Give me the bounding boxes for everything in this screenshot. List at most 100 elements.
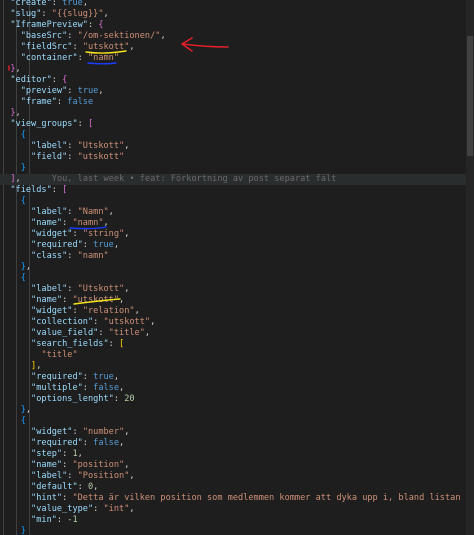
punctuation <box>0 218 31 228</box>
code-line[interactable]: ], You, last week • feat: Förkortning av… <box>0 174 474 185</box>
punctuation: , <box>129 471 135 481</box>
code-line[interactable]: "search_fields": [ <box>0 339 474 350</box>
json-key: "widget" <box>31 427 73 437</box>
json-string: "number" <box>82 427 125 437</box>
code-line[interactable]: } <box>0 526 474 535</box>
code-line[interactable]: "baseSrc": "/om-sektionen/", <box>0 31 474 42</box>
punctuation: , <box>119 295 125 305</box>
punctuation <box>0 449 31 459</box>
code-line[interactable]: "widget": "relation", <box>0 306 474 317</box>
punctuation: : <box>108 339 120 349</box>
punctuation <box>0 119 10 129</box>
punctuation <box>0 97 21 107</box>
json-boolean: false <box>67 97 94 107</box>
json-key: "label" <box>31 471 68 481</box>
json-key: "required" <box>31 438 83 448</box>
punctuation <box>0 9 10 19</box>
code-line[interactable]: "fields": [ <box>0 185 474 196</box>
code-line[interactable]: } <box>0 163 474 174</box>
punctuation <box>0 130 21 140</box>
json-string: "utskott" <box>103 317 151 327</box>
punctuation: : <box>82 383 94 393</box>
punctuation <box>0 185 10 195</box>
code-line[interactable]: ], <box>0 361 474 372</box>
json-key: "name" <box>31 460 63 470</box>
punctuation: : <box>77 482 88 492</box>
vertical-scrollbar[interactable] <box>466 0 474 535</box>
json-string: "namn" <box>87 53 120 63</box>
bracket: } <box>20 163 26 173</box>
code-line[interactable]: "required": true, <box>0 240 474 251</box>
punctuation <box>0 471 31 481</box>
code-editor[interactable]: "create": true, "slug": "{{slug}}", "Ifr… <box>0 0 474 535</box>
code-line[interactable]: "widget": "number", <box>0 427 474 438</box>
punctuation: : <box>62 295 73 305</box>
punctuation: , <box>129 504 135 514</box>
punctuation <box>0 493 31 503</box>
code-line[interactable]: "name": "utskott", <box>0 295 474 306</box>
punctuation: : <box>72 306 83 316</box>
json-key: "label" <box>31 207 68 217</box>
code-line[interactable]: }, <box>0 262 474 273</box>
json-string: "/om-sektionen/" <box>77 31 161 41</box>
punctuation <box>0 108 10 118</box>
scrollbar-thumb[interactable] <box>467 36 473 156</box>
punctuation: , <box>124 427 130 437</box>
git-blame-annotation: You, last week • feat: Förkortning av po… <box>20 174 337 184</box>
code-line[interactable]: "step": 1, <box>0 449 474 460</box>
code-line[interactable]: "default": 0, <box>0 482 474 493</box>
code-line[interactable]: "min": -1 <box>0 515 474 526</box>
code-line[interactable]: "value_field": "title", <box>0 328 474 339</box>
code-line[interactable]: "required": false, <box>0 438 474 449</box>
code-line[interactable]: "class": "namn" <box>0 251 474 262</box>
json-string: "utskott" <box>77 152 125 162</box>
code-line[interactable]: "container": "namn" <box>0 53 474 64</box>
json-key: "options_lenght" <box>31 394 114 404</box>
punctuation <box>0 328 31 338</box>
code-line[interactable]: { <box>0 130 474 141</box>
code-line[interactable]: "hint": "Detta är vilken position som me… <box>0 493 474 504</box>
json-string: "string" <box>82 229 125 239</box>
json-key: "label" <box>31 284 68 294</box>
code-line[interactable]: "editor": { <box>0 75 474 86</box>
code-line[interactable]: }, <box>0 405 474 416</box>
code-line[interactable]: "IframePreview": { <box>0 20 474 31</box>
code-line[interactable]: "value_type": "int", <box>0 504 474 515</box>
punctuation <box>0 515 31 525</box>
code-line[interactable]: { <box>0 416 474 427</box>
json-key: "create" <box>10 0 52 8</box>
code-line[interactable]: "create": true, <box>0 0 474 9</box>
code-line[interactable]: }, <box>0 64 474 75</box>
code-line[interactable]: "title" <box>0 350 474 361</box>
json-key: "required" <box>31 240 83 250</box>
code-line[interactable]: "label": "Position", <box>0 471 474 482</box>
code-line[interactable]: "multiple": false, <box>0 383 474 394</box>
code-line[interactable]: "options_lenght": 20 <box>0 394 474 405</box>
code-line[interactable]: "field": "utskott" <box>0 152 474 163</box>
json-string: "relation" <box>82 306 135 316</box>
code-line[interactable]: "preview": true, <box>0 86 474 97</box>
punctuation <box>0 251 31 261</box>
punctuation: : <box>41 9 52 19</box>
code-line[interactable]: "name": "namn", <box>0 218 474 229</box>
code-line[interactable]: }, <box>0 108 474 119</box>
code-line[interactable]: "label": "Namn", <box>0 207 474 218</box>
code-line[interactable]: "fieldSrc": "utskott", <box>0 42 474 53</box>
code-line[interactable]: "view_groups": [ <box>0 119 474 130</box>
code-line[interactable]: "widget": "string", <box>0 229 474 240</box>
code-line[interactable]: "frame": false <box>0 97 474 108</box>
punctuation: : <box>67 86 78 96</box>
code-line[interactable]: "slug": "{{slug}}", <box>0 9 474 20</box>
code-line[interactable]: { <box>0 196 474 207</box>
punctuation: : <box>51 0 63 8</box>
punctuation: , <box>124 141 130 151</box>
punctuation: , <box>160 31 166 41</box>
code-line[interactable]: "label": "Utskott", <box>0 284 474 295</box>
code-line[interactable]: "required": true, <box>0 372 474 383</box>
code-line[interactable]: { <box>0 273 474 284</box>
code-line[interactable]: "label": "Utskott", <box>0 141 474 152</box>
punctuation: : <box>72 427 83 437</box>
code-line[interactable]: "collection": "utskott", <box>0 317 474 328</box>
json-string: "Utskott" <box>77 284 125 294</box>
code-line[interactable]: "name": "position", <box>0 460 474 471</box>
